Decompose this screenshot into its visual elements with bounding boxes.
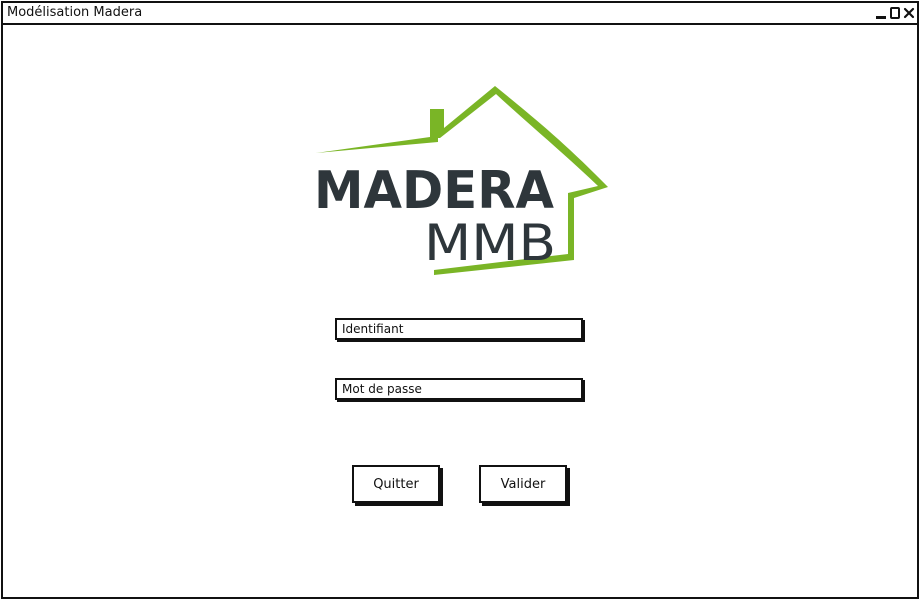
close-icon[interactable] <box>903 6 915 20</box>
maximize-icon[interactable] <box>889 6 901 20</box>
brand-subtitle: MMB <box>424 214 556 272</box>
minimize-icon[interactable] <box>875 6 887 20</box>
window-title: Modélisation Madera <box>7 5 143 20</box>
password-input[interactable] <box>337 380 581 398</box>
madera-logo: MADERA MMB <box>312 82 612 282</box>
house-roof-icon: MADERA MMB <box>314 86 608 275</box>
brand-name: MADERA <box>314 161 554 221</box>
title-bar: Modélisation Madera <box>3 3 917 25</box>
quit-button[interactable]: Quitter <box>352 465 440 503</box>
window-controls <box>875 4 915 22</box>
password-field-box <box>335 378 583 400</box>
username-input[interactable] <box>337 320 581 338</box>
username-field-box <box>335 318 583 340</box>
submit-button[interactable]: Valider <box>479 465 567 503</box>
